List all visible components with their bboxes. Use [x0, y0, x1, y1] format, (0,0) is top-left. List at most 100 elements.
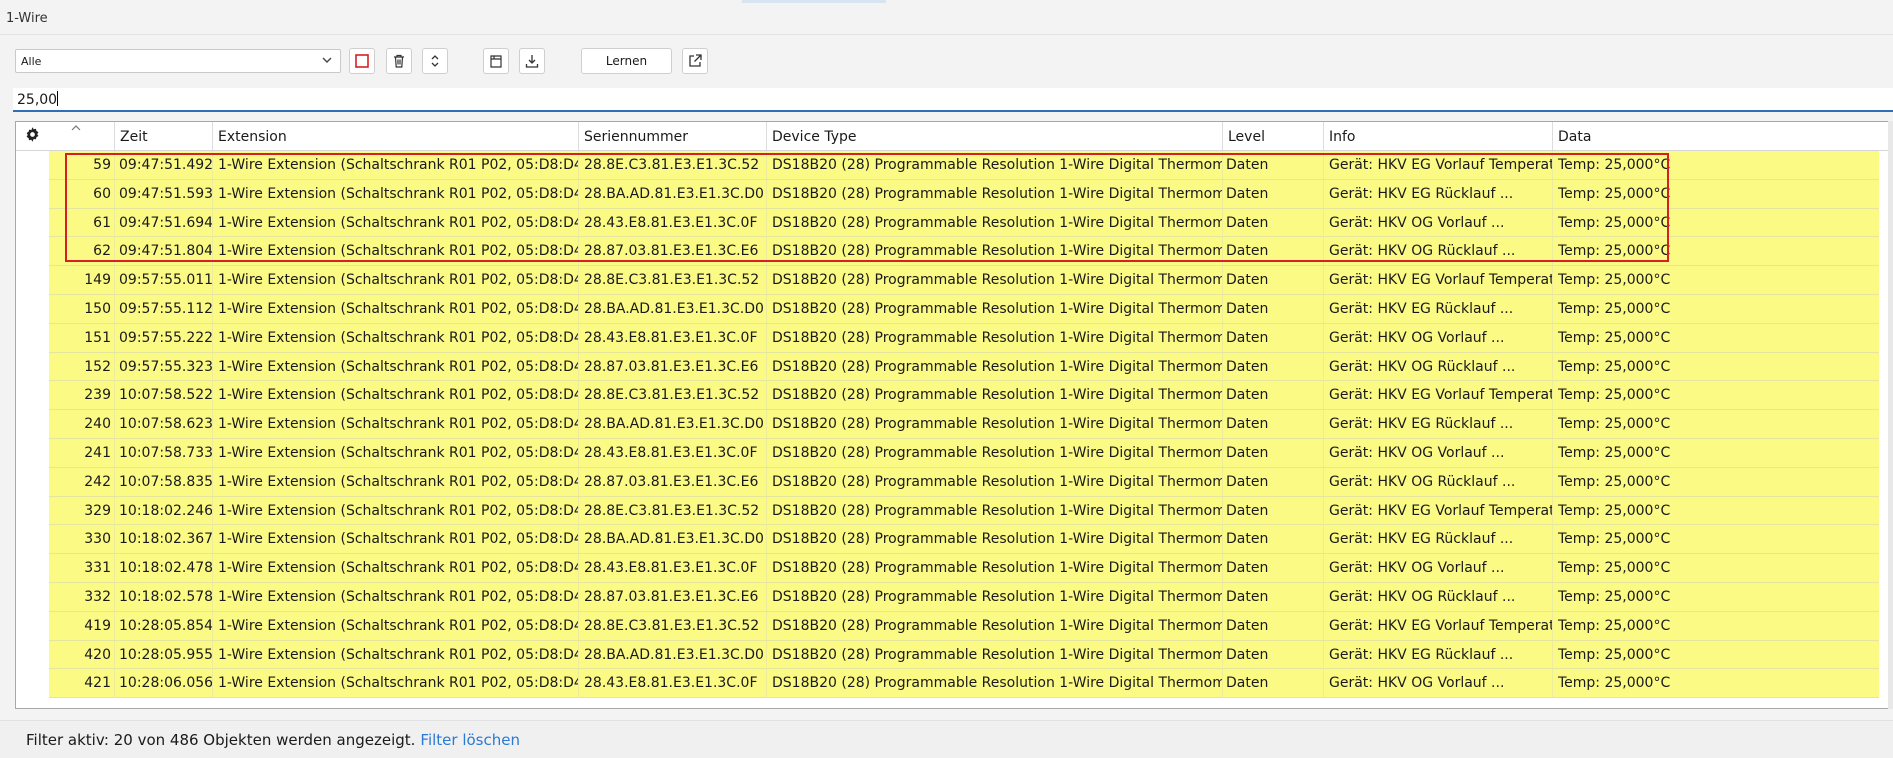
cell-serial: 28.8E.C3.81.E3.E1.3C.52	[578, 611, 766, 640]
cell-device-type: DS18B20 (28) Programmable Resolution 1-W…	[766, 323, 1222, 352]
cell-info: Gerät: HKV EG Vorlauf Temperatur	[1323, 496, 1552, 525]
row-number: 151	[84, 329, 111, 346]
cell-zeit: 10:28:06.056	[114, 669, 212, 698]
vertical-scrollbar[interactable]	[1888, 121, 1893, 709]
cell-extension: 1-Wire Extension (Schaltschrank R01 P02,…	[212, 554, 578, 583]
cell-device-type: DS18B20 (28) Programmable Resolution 1-W…	[766, 410, 1222, 439]
table-row[interactable]: 150 09:57:55.112 1-Wire Extension (Schalts…	[49, 294, 1879, 324]
cell-device-type: DS18B20 (28) Programmable Resolution 1-W…	[766, 611, 1222, 640]
copy-button[interactable]	[483, 48, 509, 74]
filter-select[interactable]: Alle	[15, 49, 341, 73]
cell-device-type: DS18B20 (28) Programmable Resolution 1-W…	[766, 640, 1222, 669]
table-row[interactable]: 59 09:47:51.492 1-Wire Extension (Schaltsc…	[49, 151, 1879, 180]
clear-log-button[interactable]	[386, 48, 412, 74]
column-header-serial[interactable]: Seriennummer	[578, 122, 766, 150]
row-number: 61	[93, 214, 111, 231]
cell-zeit: 10:07:58.733	[114, 438, 212, 467]
row-number: 331	[84, 560, 111, 577]
top-tab-indicator	[742, 0, 886, 3]
table-row[interactable]: 330 10:18:02.367 1-Wire Extension (Schalts…	[49, 525, 1879, 555]
cell-device-type: DS18B20 (28) Programmable Resolution 1-W…	[766, 208, 1222, 237]
cell-data: Temp: 25,000°C	[1552, 237, 1879, 266]
search-input-value: 25,00	[17, 92, 58, 108]
status-text-wrapper: Filter aktiv: 20 von 486 Objekten werden…	[26, 731, 520, 749]
cell-extension: 1-Wire Extension (Schaltschrank R01 P02,…	[212, 323, 578, 352]
clear-filter-link[interactable]: Filter löschen	[420, 731, 520, 749]
table-row[interactable]: 241 10:07:58.733 1-Wire Extension (Schalts…	[49, 438, 1879, 468]
cell-data: Temp: 25,000°C	[1552, 266, 1879, 295]
expand-collapse-icon	[431, 55, 439, 67]
column-header-device-type[interactable]: Device Type	[766, 122, 1222, 150]
column-header-data[interactable]: Data	[1552, 122, 1879, 150]
open-external-button[interactable]	[682, 48, 708, 74]
table-row[interactable]: 329 10:18:02.246 1-Wire Extension (Schalts…	[49, 496, 1879, 526]
table-row[interactable]: 151 09:57:55.222 1-Wire Extension (Schalts…	[49, 323, 1879, 353]
row-number: 150	[84, 300, 111, 317]
table-row[interactable]: 420 10:28:05.955 1-Wire Extension (Schalts…	[49, 640, 1879, 670]
stop-record-button[interactable]	[349, 48, 375, 74]
cell-zeit: 10:18:02.367	[114, 525, 212, 554]
window-title: 1-Wire	[6, 11, 48, 26]
column-header-level[interactable]: Level	[1222, 122, 1323, 150]
row-number: 240	[84, 416, 111, 433]
cell-data: Temp: 25,000°C	[1552, 208, 1879, 237]
table-row[interactable]: 331 10:18:02.478 1-Wire Extension (Schalts…	[49, 554, 1879, 583]
table-row[interactable]: 62 09:47:51.804 1-Wire Extension (Schaltsc…	[49, 237, 1879, 267]
download-icon	[525, 55, 539, 68]
cell-data: Temp: 25,000°C	[1552, 640, 1879, 669]
cell-serial: 28.43.E8.81.E3.E1.3C.0F	[578, 554, 766, 583]
trash-icon	[394, 54, 404, 68]
row-number: 242	[84, 473, 111, 490]
table-row[interactable]: 152 09:57:55.323 1-Wire Extension (Schalts…	[49, 352, 1879, 382]
cell-data: Temp: 25,000°C	[1552, 323, 1879, 352]
table-row[interactable]: 149 09:57:55.011 1-Wire Extension (Schalts…	[49, 266, 1879, 295]
cell-level: Daten	[1222, 266, 1323, 295]
table-row[interactable]: 242 10:07:58.835 1-Wire Extension (Schalts…	[49, 467, 1879, 497]
cell-level: Daten	[1222, 294, 1323, 323]
cell-serial: 28.43.E8.81.E3.E1.3C.0F	[578, 669, 766, 698]
cell-data: Temp: 25,000°C	[1552, 669, 1879, 698]
cell-info: Gerät: HKV OG Vorlauf ...	[1323, 554, 1552, 583]
cell-extension: 1-Wire Extension (Schaltschrank R01 P02,…	[212, 438, 578, 467]
table-row[interactable]: 61 09:47:51.694 1-Wire Extension (Schaltsc…	[49, 208, 1879, 238]
cell-info: Gerät: HKV EG Rücklauf ...	[1323, 410, 1552, 439]
row-number: 330	[84, 531, 111, 548]
cell-level: Daten	[1222, 669, 1323, 698]
clipboard-icon	[490, 55, 502, 68]
cell-zeit: 10:18:02.478	[114, 554, 212, 583]
cell-data: Temp: 25,000°C	[1552, 151, 1879, 179]
cell-extension: 1-Wire Extension (Schaltschrank R01 P02,…	[212, 237, 578, 266]
gear-icon[interactable]	[24, 126, 41, 143]
cell-info: Gerät: HKV OG Vorlauf ...	[1323, 669, 1552, 698]
cell-level: Daten	[1222, 323, 1323, 352]
cell-level: Daten	[1222, 582, 1323, 611]
export-button[interactable]	[519, 48, 545, 74]
table-row[interactable]: 239 10:07:58.522 1-Wire Extension (Schalts…	[49, 381, 1879, 411]
table-row[interactable]: 60 09:47:51.593 1-Wire Extension (Schaltsc…	[49, 179, 1879, 209]
cell-device-type: DS18B20 (28) Programmable Resolution 1-W…	[766, 352, 1222, 381]
cell-level: Daten	[1222, 179, 1323, 208]
cell-zeit: 10:18:02.578	[114, 582, 212, 611]
cell-extension: 1-Wire Extension (Schaltschrank R01 P02,…	[212, 410, 578, 439]
learn-button[interactable]: Lernen	[581, 48, 672, 74]
cell-info: Gerät: HKV EG Rücklauf ...	[1323, 179, 1552, 208]
cell-serial: 28.BA.AD.81.E3.E1.3C.D0	[578, 640, 766, 669]
cell-data: Temp: 25,000°C	[1552, 582, 1879, 611]
cell-info: Gerät: HKV OG Vorlauf ...	[1323, 323, 1552, 352]
cell-data: Temp: 25,000°C	[1552, 410, 1879, 439]
cell-level: Daten	[1222, 438, 1323, 467]
cell-serial: 28.87.03.81.E3.E1.3C.E6	[578, 467, 766, 496]
cell-device-type: DS18B20 (28) Programmable Resolution 1-W…	[766, 554, 1222, 583]
table-row[interactable]: 421 10:28:06.056 1-Wire Extension (Schalts…	[49, 669, 1879, 699]
table-row[interactable]: 419 10:28:05.854 1-Wire Extension (Schalts…	[49, 611, 1879, 641]
search-input[interactable]: 25,00	[13, 88, 1893, 112]
table-row[interactable]: 240 10:07:58.623 1-Wire Extension (Schalts…	[49, 410, 1879, 439]
column-header-extension[interactable]: Extension	[212, 122, 578, 150]
column-header-info[interactable]: Info	[1323, 122, 1552, 150]
cell-serial: 28.BA.AD.81.E3.E1.3C.D0	[578, 179, 766, 208]
cell-level: Daten	[1222, 554, 1323, 583]
expand-collapse-button[interactable]	[422, 48, 448, 74]
cell-device-type: DS18B20 (28) Programmable Resolution 1-W…	[766, 496, 1222, 525]
table-row[interactable]: 332 10:18:02.578 1-Wire Extension (Schalts…	[49, 582, 1879, 612]
column-header-zeit[interactable]: Zeit	[114, 122, 212, 150]
